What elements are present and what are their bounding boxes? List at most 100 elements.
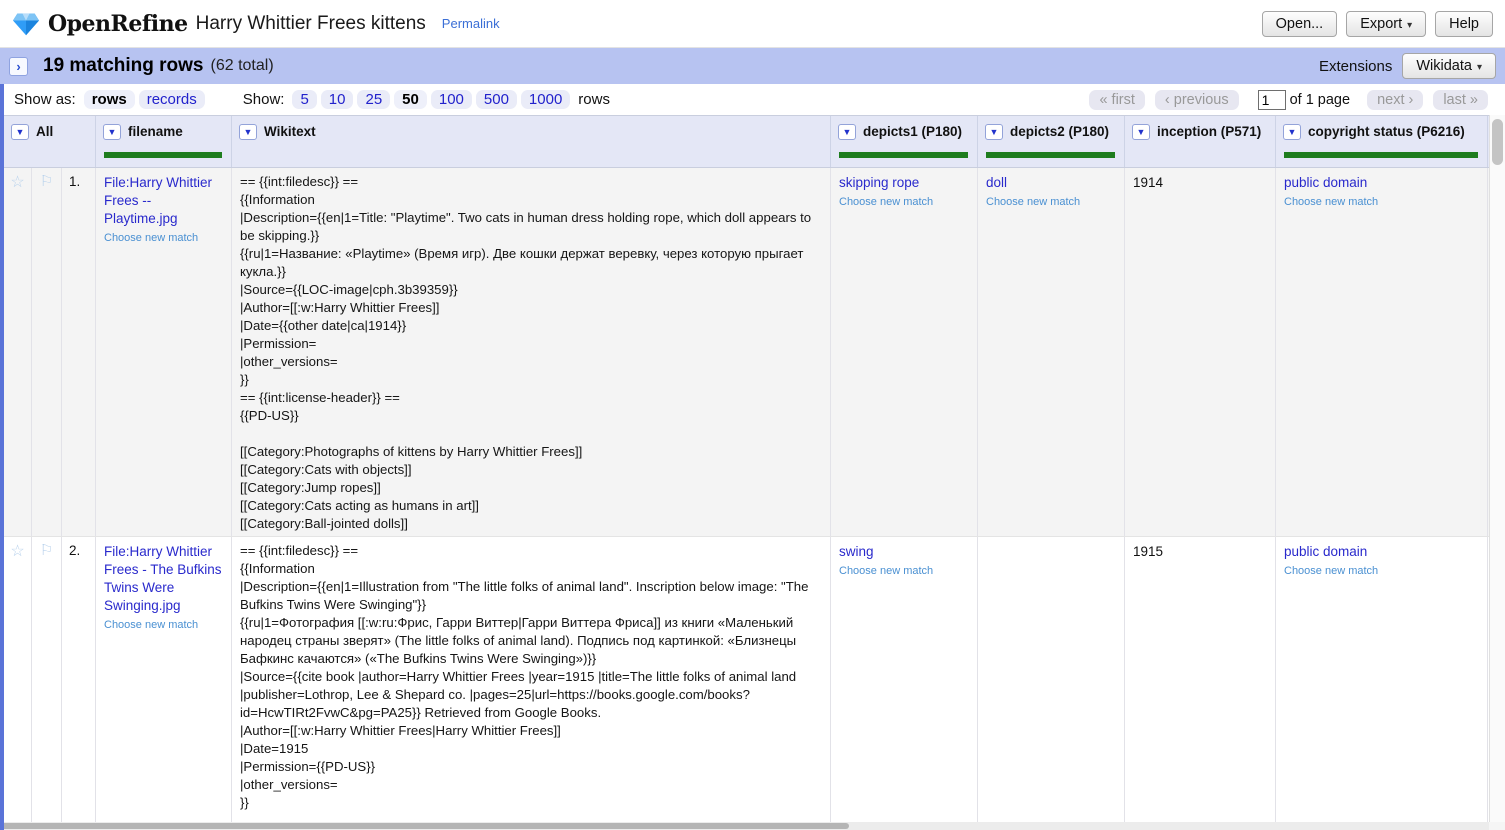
depicts2-cell: doll Choose new match [978, 168, 1125, 536]
view-controls-toolbar: Show as: rows records Show: 5 10 25 50 1… [0, 84, 1505, 115]
filename-cell: File:Harry Whittier Frees -- Playtime.jp… [96, 168, 232, 536]
column-menu-button[interactable]: ▼ [838, 124, 856, 140]
recon-progress-bar [839, 152, 968, 158]
page-size-50-selected[interactable]: 50 [394, 90, 427, 109]
choose-new-match-link[interactable]: Choose new match [1284, 195, 1479, 209]
choose-new-match-link[interactable]: Choose new match [839, 564, 969, 578]
column-menu-button[interactable]: ▼ [239, 124, 257, 140]
page-size-100[interactable]: 100 [431, 90, 472, 109]
app-name: OpenRefine [48, 11, 188, 37]
project-title: Harry Whittier Frees kittens [196, 13, 426, 35]
recon-value-link[interactable]: swing [839, 543, 969, 561]
matching-rows-count: 19 matching rows [43, 55, 204, 77]
first-page-button[interactable]: « first [1089, 90, 1144, 110]
column-header-all: ▼All [4, 116, 96, 167]
openrefine-logo-icon [12, 11, 40, 37]
recon-value-link[interactable]: public domain [1284, 543, 1479, 561]
horizontal-scrollbar-thumb[interactable] [0, 823, 849, 829]
chevron-right-icon: › [16, 59, 20, 74]
extension-wikidata-button[interactable]: Wikidata ▾ [1402, 53, 1496, 79]
vertical-scrollbar[interactable] [1489, 115, 1505, 822]
column-label: inception (P571) [1157, 124, 1261, 139]
page-size-5[interactable]: 5 [292, 90, 316, 109]
inception-cell[interactable]: 1915 [1125, 537, 1276, 829]
recon-value-link[interactable]: doll [986, 174, 1116, 192]
star-icon[interactable]: ☆ [10, 543, 24, 560]
page-size-25[interactable]: 25 [357, 90, 390, 109]
depicts1-cell: skipping rope Choose new match [831, 168, 978, 536]
flag-icon[interactable]: ⚐ [40, 542, 53, 559]
column-menu-button[interactable]: ▼ [1132, 124, 1150, 140]
previous-page-button[interactable]: ‹ previous [1155, 90, 1239, 110]
pagination: « first ‹ previous of 1 page next › last… [1084, 90, 1493, 110]
column-header-filename: ▼ filename [96, 116, 232, 167]
export-button-label: Export [1360, 16, 1402, 32]
column-label: depicts1 (P180) [863, 124, 962, 139]
choose-new-match-link[interactable]: Choose new match [104, 231, 223, 245]
chevron-down-icon: ▼ [990, 127, 999, 137]
column-header-wikitext: ▼ Wikitext [232, 116, 831, 167]
page-size-1000[interactable]: 1000 [521, 90, 570, 109]
star-icon[interactable]: ☆ [10, 174, 24, 191]
flag-icon[interactable]: ⚐ [40, 173, 53, 190]
show-as-rows-option[interactable]: rows [84, 90, 135, 109]
column-label: depicts2 (P180) [1010, 124, 1109, 139]
cell-value: 1915 [1133, 544, 1163, 559]
page-size-500[interactable]: 500 [476, 90, 517, 109]
chevron-down-icon: ▼ [108, 127, 117, 137]
last-page-button[interactable]: last » [1433, 90, 1488, 110]
choose-new-match-link[interactable]: Choose new match [104, 618, 223, 632]
help-button[interactable]: Help [1435, 11, 1493, 37]
recon-progress-bar [986, 152, 1115, 158]
column-menu-button[interactable]: ▼ [1283, 124, 1301, 140]
data-grid-area: ▼All ▼ filename ▼ Wikitext ▼ depicts1 (P180… [0, 115, 1505, 830]
collapse-panel-button[interactable]: › [9, 57, 28, 76]
open-button[interactable]: Open... [1262, 11, 1338, 37]
next-page-button[interactable]: next › [1367, 90, 1423, 110]
depicts2-cell[interactable] [978, 537, 1125, 829]
flag-cell: ⚐ [32, 168, 62, 536]
choose-new-match-link[interactable]: Choose new match [986, 195, 1116, 209]
column-header-copyright-status: ▼ copyright status (P6216) [1276, 116, 1488, 167]
choose-new-match-link[interactable]: Choose new match [839, 195, 969, 209]
chevron-down-icon: ▼ [1137, 127, 1146, 137]
recon-value-link[interactable]: public domain [1284, 174, 1479, 192]
column-menu-button[interactable]: ▼ [11, 124, 29, 140]
filename-link[interactable]: File:Harry Whittier Frees - The Bufkins … [104, 543, 223, 615]
rows-suffix-label: rows [578, 91, 610, 108]
total-rows-count: (62 total) [211, 57, 274, 75]
show-as-records-option[interactable]: records [139, 90, 205, 109]
chevron-down-icon: ▼ [16, 127, 25, 137]
copyright-status-cell: public domain Choose new match [1276, 168, 1488, 536]
extensions-label: Extensions [1319, 58, 1392, 75]
star-cell: ☆ [4, 537, 32, 829]
page-size-10[interactable]: 10 [321, 90, 354, 109]
vertical-scrollbar-thumb[interactable] [1492, 119, 1503, 165]
page-count-label: of 1 page [1290, 92, 1350, 108]
export-button[interactable]: Export▾ [1346, 11, 1426, 37]
wikitext-value: == {{int:filedesc}} == {{Information |De… [240, 542, 822, 812]
horizontal-scrollbar[interactable] [0, 822, 1489, 830]
choose-new-match-link[interactable]: Choose new match [1284, 564, 1479, 578]
filename-link[interactable]: File:Harry Whittier Frees -- Playtime.jp… [104, 174, 223, 228]
permalink-link[interactable]: Permalink [442, 16, 500, 31]
chevron-down-icon: ▼ [1288, 127, 1297, 137]
column-label: copyright status (P6216) [1308, 124, 1465, 139]
column-label: Wikitext [264, 124, 316, 139]
column-menu-button[interactable]: ▼ [103, 124, 121, 140]
show-as-label: Show as: [14, 91, 76, 108]
left-panel-divider [0, 84, 4, 830]
recon-progress-bar [1284, 152, 1478, 158]
page-number-input[interactable] [1258, 90, 1286, 110]
wikitext-cell[interactable]: == {{int:filedesc}} == {{Information |De… [232, 537, 831, 829]
extension-button-label: Wikidata [1416, 58, 1472, 74]
recon-value-link[interactable]: skipping rope [839, 174, 969, 192]
copyright-status-cell: public domain Choose new match [1276, 537, 1488, 829]
chevron-down-icon: ▾ [1477, 62, 1482, 73]
inception-cell[interactable]: 1914 [1125, 168, 1276, 536]
row-index: 2. [62, 537, 96, 829]
column-label: filename [128, 124, 183, 139]
column-menu-button[interactable]: ▼ [985, 124, 1003, 140]
grid-body: ☆ ⚐ 1. File:Harry Whittier Frees -- Play… [4, 168, 1489, 830]
wikitext-cell[interactable]: == {{int:filedesc}} == {{Information |De… [232, 168, 831, 536]
